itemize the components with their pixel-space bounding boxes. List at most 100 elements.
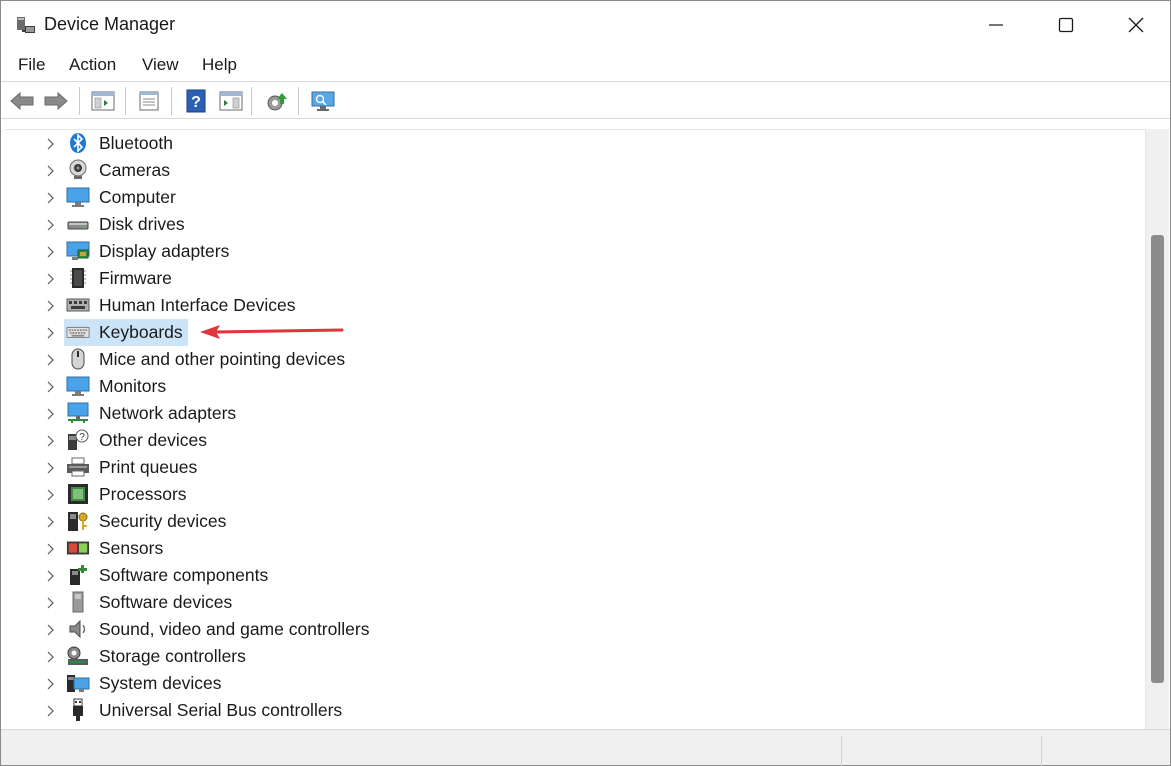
tree-item-processors[interactable]: Processors [5, 481, 1135, 508]
tree-item-mice[interactable]: Mice and other pointing devices [5, 346, 1135, 373]
tree-item-print-queues[interactable]: Print queues [5, 454, 1135, 481]
toolbar-separator [298, 87, 299, 115]
tree-item-usb-controllers[interactable]: Universal Serial Bus controllers [5, 697, 1135, 724]
minimize-button[interactable] [961, 1, 1031, 49]
usb-icon [66, 699, 90, 721]
chevron-right-icon[interactable] [45, 543, 55, 555]
maximize-icon [1058, 17, 1074, 33]
tree-item-firmware[interactable]: Firmware [5, 265, 1135, 292]
tree-item-software-devices[interactable]: Software devices [5, 589, 1135, 616]
device-manager-icon [15, 14, 37, 36]
menu-file[interactable]: File [16, 55, 47, 75]
chevron-right-icon[interactable] [45, 219, 55, 231]
menu-action[interactable]: Action [67, 55, 118, 75]
processor-icon [66, 483, 90, 505]
tree-item-label: Software devices [99, 592, 232, 613]
chevron-right-icon[interactable] [45, 489, 55, 501]
tree-item-system-devices[interactable]: System devices [5, 670, 1135, 697]
tree-item-software-components[interactable]: Software components [5, 562, 1135, 589]
other-devices-icon: ? [66, 429, 90, 451]
chevron-right-icon[interactable] [45, 597, 55, 609]
chevron-right-icon[interactable] [45, 435, 55, 447]
tree-item-label: Bluetooth [99, 133, 173, 154]
tree-item-label: Network adapters [99, 403, 236, 424]
sound-icon [66, 618, 90, 640]
back-button[interactable] [8, 88, 36, 114]
software-component-icon [66, 564, 90, 586]
status-bar [1, 729, 1170, 765]
scan-hardware-button[interactable] [309, 88, 337, 114]
menu-view[interactable]: View [140, 55, 181, 75]
tree-item-keyboards[interactable]: Keyboards [5, 319, 1135, 346]
tree-item-human-interface-devices[interactable]: Human Interface Devices [5, 292, 1135, 319]
chevron-right-icon[interactable] [45, 462, 55, 474]
chevron-right-icon[interactable] [45, 192, 55, 204]
tree-item-monitors[interactable]: Monitors [5, 373, 1135, 400]
chevron-right-icon[interactable] [45, 678, 55, 690]
tree-item-sound-video-game[interactable]: Sound, video and game controllers [5, 616, 1135, 643]
chevron-right-icon[interactable] [45, 273, 55, 285]
status-separator [841, 736, 842, 766]
chevron-right-icon[interactable] [45, 381, 55, 393]
vertical-scrollbar[interactable] [1145, 129, 1169, 729]
svg-text:?: ? [79, 432, 85, 443]
tree-item-disk-drives[interactable]: Disk drives [5, 211, 1135, 238]
help-button[interactable]: ? [182, 88, 210, 114]
chevron-right-icon[interactable] [45, 354, 55, 366]
chevron-right-icon[interactable] [45, 327, 55, 339]
keyboard-icon [66, 321, 90, 343]
tree-item-label: Monitors [99, 376, 166, 397]
tree-item-label: Keyboards [99, 322, 183, 343]
security-device-icon [66, 510, 90, 532]
chevron-right-icon[interactable] [45, 570, 55, 582]
tree-item-label: Human Interface Devices [99, 295, 295, 316]
menu-help[interactable]: Help [200, 55, 239, 75]
annotation-arrow [196, 321, 346, 341]
properties-icon [138, 90, 160, 112]
show-hide-console-tree-button[interactable] [89, 88, 117, 114]
chevron-right-icon[interactable] [45, 408, 55, 420]
tree-item-sensors[interactable]: Sensors [5, 535, 1135, 562]
action-pane-button[interactable] [217, 88, 245, 114]
device-tree: Bluetooth Cameras Computer Disk drives [5, 129, 1145, 727]
tree-item-label: Universal Serial Bus controllers [99, 700, 342, 721]
close-icon [1128, 17, 1144, 33]
tree-item-bluetooth[interactable]: Bluetooth [5, 130, 1135, 157]
tree-item-cameras[interactable]: Cameras [5, 157, 1135, 184]
forward-button[interactable] [42, 88, 70, 114]
show-hide-console-tree-icon [91, 90, 115, 112]
tree-item-label: Print queues [99, 457, 197, 478]
computer-icon [66, 186, 90, 208]
status-separator [1041, 736, 1042, 766]
close-button[interactable] [1101, 1, 1171, 49]
chevron-right-icon[interactable] [45, 165, 55, 177]
title-bar: Device Manager [1, 1, 1170, 49]
menu-bar: File Action View Help [1, 49, 1170, 82]
help-icon: ? [185, 89, 207, 113]
chevron-right-icon[interactable] [45, 138, 55, 150]
scrollbar-thumb[interactable] [1151, 235, 1164, 683]
chevron-right-icon[interactable] [45, 651, 55, 663]
chevron-right-icon[interactable] [45, 300, 55, 312]
device-manager-window: Device Manager File Action View Help [0, 0, 1171, 766]
chevron-right-icon[interactable] [45, 246, 55, 258]
tree-item-label: Security devices [99, 511, 226, 532]
chevron-right-icon[interactable] [45, 624, 55, 636]
tree-item-storage-controllers[interactable]: Storage controllers [5, 643, 1135, 670]
tree-item-security-devices[interactable]: Security devices [5, 508, 1135, 535]
tree-item-network-adapters[interactable]: Network adapters [5, 400, 1135, 427]
tree-item-label: Software components [99, 565, 268, 586]
network-adapter-icon [66, 402, 90, 424]
tree-item-other-devices[interactable]: ? Other devices [5, 427, 1135, 454]
tree-item-display-adapters[interactable]: Display adapters [5, 238, 1135, 265]
hid-icon [66, 294, 90, 316]
maximize-button[interactable] [1031, 1, 1101, 49]
sensor-icon [66, 537, 90, 559]
properties-button[interactable] [135, 88, 163, 114]
minimize-icon [988, 17, 1004, 33]
chevron-right-icon[interactable] [45, 705, 55, 717]
update-driver-button[interactable] [263, 88, 291, 114]
tree-item-label: System devices [99, 673, 222, 694]
chevron-right-icon[interactable] [45, 516, 55, 528]
tree-item-computer[interactable]: Computer [5, 184, 1135, 211]
